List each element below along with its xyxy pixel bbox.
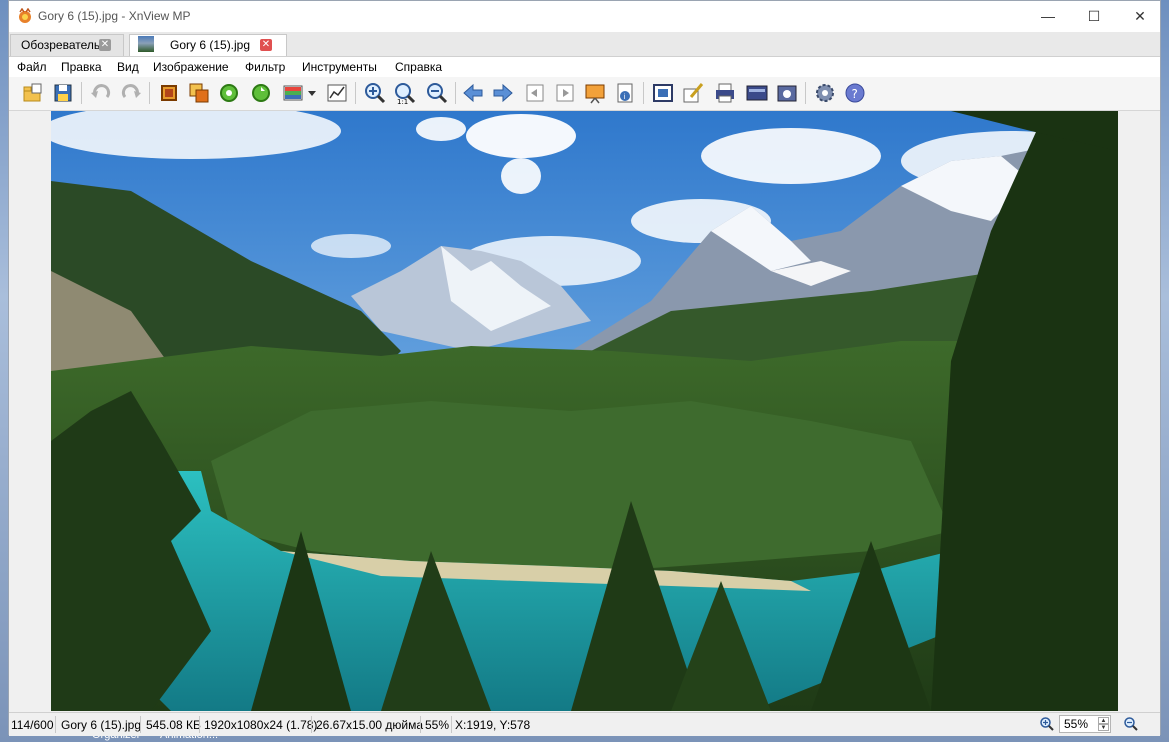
close-button[interactable]: ✕ <box>1117 1 1163 32</box>
levels-icon[interactable] <box>325 81 349 105</box>
browser-folder-icon[interactable] <box>21 81 45 105</box>
toolbar: 1:1 i ? <box>9 77 1160 111</box>
title-bar[interactable]: Gory 6 (15).jpg - XnView MP — ☐ ✕ <box>9 1 1160 32</box>
tab-bar: Обозреватель ✕ Gory 6 (15).jpg ✕ <box>9 32 1160 57</box>
rotate-right-icon[interactable] <box>249 81 273 105</box>
svg-text:i: i <box>624 93 626 101</box>
menu-help[interactable]: Справка <box>395 60 442 74</box>
window-title: Gory 6 (15).jpg - XnView MP <box>38 9 191 23</box>
svg-text:1:1: 1:1 <box>397 98 408 105</box>
crop-icon[interactable] <box>157 81 181 105</box>
menu-filter[interactable]: Фильтр <box>245 60 285 74</box>
status-zoom: 55% <box>425 718 450 732</box>
next-icon[interactable] <box>491 81 515 105</box>
tab-image[interactable]: Gory 6 (15).jpg ✕ <box>129 34 287 56</box>
menu-edit[interactable]: Правка <box>61 60 102 74</box>
menu-tools[interactable]: Инструменты <box>302 60 377 74</box>
status-separator <box>420 716 421 733</box>
zoom-spin-down-icon[interactable]: ▼ <box>1098 724 1109 731</box>
undo-icon[interactable] <box>89 81 113 105</box>
toolbar-separator <box>455 82 456 104</box>
zoom-level-input[interactable]: 55% ▲ ▼ <box>1059 715 1111 733</box>
status-separator <box>55 716 56 733</box>
resize-icon[interactable] <box>187 81 211 105</box>
status-separator <box>199 716 200 733</box>
zoom-out-icon[interactable] <box>425 81 449 105</box>
tab-label: Gory 6 (15).jpg <box>170 38 251 52</box>
toolbar-separator <box>81 82 82 104</box>
maximize-button[interactable]: ☐ <box>1071 1 1117 32</box>
print-icon[interactable] <box>713 81 737 105</box>
tab-browser[interactable]: Обозреватель ✕ <box>10 34 124 56</box>
status-separator <box>140 716 141 733</box>
menu-view[interactable]: Вид <box>117 60 139 74</box>
zoom-level-value: 55% <box>1064 717 1089 731</box>
last-icon[interactable] <box>553 81 577 105</box>
fullscreen-icon[interactable] <box>745 81 769 105</box>
menu-image[interactable]: Изображение <box>153 60 229 74</box>
tab-close-icon[interactable]: ✕ <box>260 39 272 51</box>
status-separator <box>451 716 452 733</box>
image-thumbnail-icon <box>138 36 154 52</box>
toolbar-separator <box>355 82 356 104</box>
help-icon[interactable]: ? <box>843 81 867 105</box>
screenshot-icon[interactable] <box>775 81 799 105</box>
first-icon[interactable] <box>523 81 547 105</box>
status-filesize: 545.08 КБ <box>146 718 201 732</box>
settings-icon[interactable] <box>813 81 837 105</box>
status-print-size: 26.67x15.00 дюйма <box>316 718 424 732</box>
status-index: 114/600 <box>11 718 54 732</box>
status-bar: 114/600 Gory 6 (15).jpg 545.08 КБ 1920x1… <box>9 712 1160 736</box>
toolbar-separator <box>149 82 150 104</box>
previous-icon[interactable] <box>461 81 485 105</box>
menu-bar: Файл Правка Вид Изображение Фильтр Инстр… <box>9 57 1160 77</box>
status-coords: X:1919, Y:578 <box>455 718 531 732</box>
edit-icon[interactable] <box>681 81 705 105</box>
toolbar-separator <box>643 82 644 104</box>
status-filename: Gory 6 (15).jpg <box>61 718 142 732</box>
save-icon[interactable] <box>51 81 75 105</box>
toolbar-separator <box>805 82 806 104</box>
status-dimensions: 1920x1080x24 (1.78) <box>204 718 318 732</box>
zoom-in-icon[interactable] <box>1039 716 1055 732</box>
info-icon[interactable]: i <box>613 81 637 105</box>
zoom-1to1-icon[interactable]: 1:1 <box>393 81 417 105</box>
slideshow-icon[interactable] <box>583 81 607 105</box>
rotate-left-icon[interactable] <box>217 81 241 105</box>
landscape-photo[interactable] <box>51 111 1118 711</box>
tab-label: Обозреватель <box>21 38 101 52</box>
xnview-app-icon <box>19 8 31 23</box>
zoom-out-icon[interactable] <box>1123 716 1139 732</box>
zoom-spin-up-icon[interactable]: ▲ <box>1098 717 1109 724</box>
svg-text:?: ? <box>852 87 858 101</box>
status-separator <box>311 716 312 733</box>
xnview-window: Gory 6 (15).jpg - XnView MP — ☐ ✕ Обозре… <box>8 0 1161 736</box>
adjust-colors-icon[interactable] <box>281 81 305 105</box>
redo-icon[interactable] <box>119 81 143 105</box>
dropdown-arrow-icon[interactable] <box>307 81 317 105</box>
tab-close-icon[interactable]: ✕ <box>99 39 111 51</box>
image-viewer[interactable] <box>9 111 1160 711</box>
zoom-in-icon[interactable] <box>363 81 387 105</box>
fit-window-icon[interactable] <box>651 81 675 105</box>
minimize-button[interactable]: — <box>1025 1 1071 32</box>
menu-file[interactable]: Файл <box>17 60 47 74</box>
